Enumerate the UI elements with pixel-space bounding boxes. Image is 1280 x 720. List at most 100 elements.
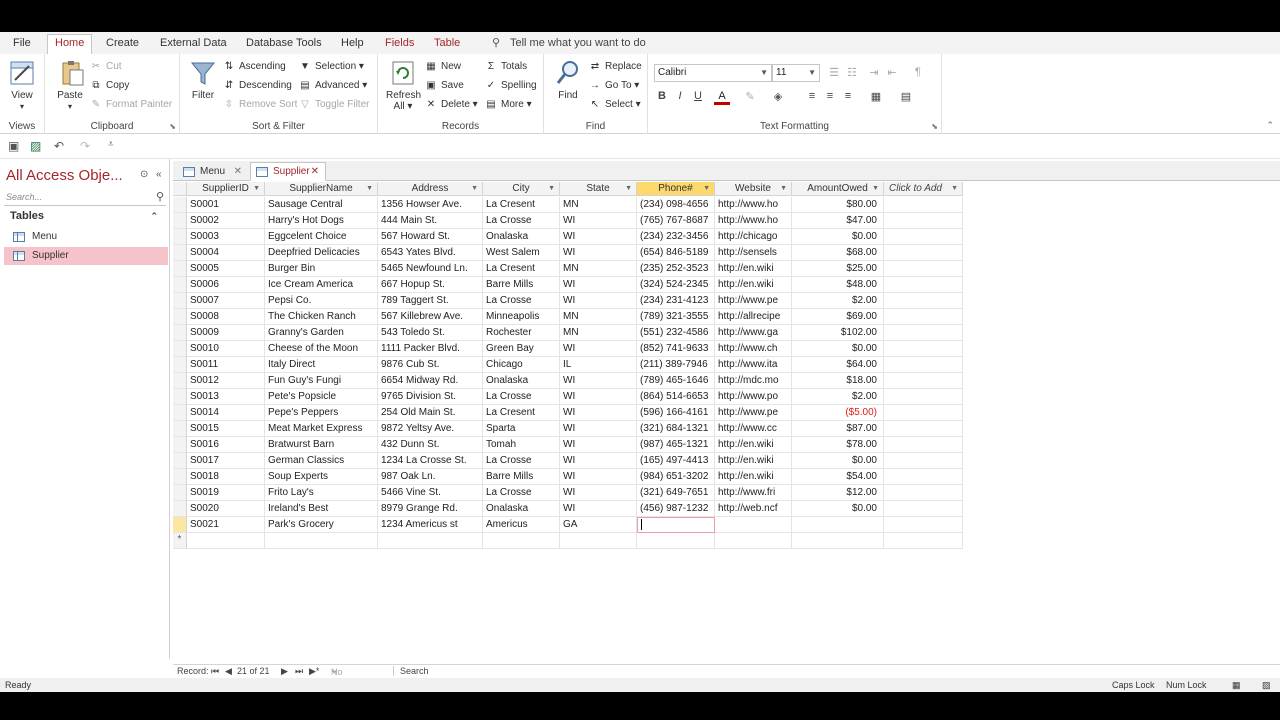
record-selector[interactable] [173,197,187,213]
table-cell[interactable]: Ice Cream America [265,277,378,293]
record-selector[interactable] [173,421,187,437]
table-cell[interactable]: Chicago [483,357,560,373]
record-selector[interactable] [173,245,187,261]
table-cell[interactable]: 8979 Grange Rd. [378,501,483,517]
more-button[interactable]: ▤ More ▾ [484,96,531,114]
table-cell[interactable]: WI [560,389,637,405]
gridlines-icon[interactable]: ▦ [868,90,884,103]
table-cell[interactable] [715,533,792,549]
table-cell[interactable]: ($5.00) [792,405,884,421]
table-cell[interactable]: Cheese of the Moon [265,341,378,357]
table-cell[interactable] [187,533,265,549]
table-cell[interactable]: 444 Main St. [378,213,483,229]
table-cell[interactable]: MN [560,261,637,277]
table-cell[interactable]: WI [560,421,637,437]
table-cell[interactable]: Pepe's Peppers [265,405,378,421]
table-cell[interactable]: WI [560,293,637,309]
table-cell[interactable]: Burger Bin [265,261,378,277]
table-cell[interactable]: 254 Old Main St. [378,405,483,421]
font-size-combo[interactable]: 11 ▼ [772,64,820,82]
table-cell[interactable]: IL [560,357,637,373]
datasheet-view-icon[interactable]: ▦ [1232,680,1241,691]
record-selector[interactable] [173,389,187,405]
table-cell[interactable]: (234) 098-4656 [637,197,715,213]
table-cell[interactable]: (654) 846-5189 [637,245,715,261]
select-all-corner[interactable] [173,182,187,196]
select-button[interactable]: ↖ Select ▾ [588,96,641,114]
table-cell[interactable]: The Chicken Ranch [265,309,378,325]
table-cell[interactable]: http://www.ita [715,357,792,373]
table-cell[interactable]: http://web.ncf [715,501,792,517]
table-cell[interactable]: (321) 684-1321 [637,421,715,437]
table-cell[interactable]: $68.00 [792,245,884,261]
table-cell[interactable] [637,517,715,533]
undo-icon[interactable]: ↶ [54,139,64,153]
table-cell[interactable]: WI [560,453,637,469]
table-cell[interactable]: S0001 [187,197,265,213]
dropdown-arrow-icon[interactable]: ▼ [548,182,555,195]
tab-create[interactable]: Create [102,36,143,54]
table-cell[interactable]: MN [560,325,637,341]
table-cell[interactable]: 6543 Yates Blvd. [378,245,483,261]
record-selector[interactable] [173,453,187,469]
table-cell[interactable]: http://www.ga [715,325,792,341]
table-cell[interactable]: http://www.po [715,389,792,405]
table-cell[interactable]: La Cresent [483,261,560,277]
table-cell[interactable]: $25.00 [792,261,884,277]
table-cell[interactable]: http://www.cc [715,421,792,437]
table-cell[interactable]: http://allrecipe [715,309,792,325]
table-cell[interactable] [884,341,963,357]
table-cell[interactable] [884,277,963,293]
table-cell[interactable] [884,197,963,213]
column-header[interactable]: Click to Add ▼ [884,182,963,196]
table-cell[interactable]: Deepfried Delicacies [265,245,378,261]
table-cell[interactable]: $69.00 [792,309,884,325]
table-cell[interactable]: West Salem [483,245,560,261]
remove-sort-button[interactable]: ⇳ Remove Sort [222,96,298,114]
record-position-field[interactable]: 21 of 21 [237,666,270,676]
table-cell[interactable]: http://www.ho [715,213,792,229]
table-cell[interactable]: $54.00 [792,469,884,485]
table-cell[interactable]: (789) 465-1646 [637,373,715,389]
text-formatting-launcher-icon[interactable]: ⬊ [931,122,938,131]
table-cell[interactable]: S0004 [187,245,265,261]
save-icon[interactable]: ▣ [8,139,19,153]
align-right-icon[interactable]: ≡ [840,90,856,102]
new-record-selector[interactable]: * [173,533,187,549]
tab-fields[interactable]: Fields [381,36,418,54]
table-cell[interactable]: Barre Mills [483,277,560,293]
table-cell[interactable] [560,533,637,549]
table-cell[interactable] [884,245,963,261]
table-cell[interactable]: (852) 741-9633 [637,341,715,357]
highlight-icon[interactable]: ✎ [742,90,758,103]
previous-record-icon[interactable]: ◀ [225,666,232,677]
table-cell[interactable]: 567 Killebrew Ave. [378,309,483,325]
nav-search-input[interactable]: Search... ⚲ [4,190,166,206]
dropdown-arrow-icon[interactable]: ▼ [703,182,710,195]
table-cell[interactable] [884,229,963,245]
table-cell[interactable]: 543 Toledo St. [378,325,483,341]
tell-me-box[interactable]: ⚲ Tell me what you want to do [492,36,646,49]
table-cell[interactable]: WI [560,501,637,517]
table-cell[interactable]: 789 Taggert St. [378,293,483,309]
table-cell[interactable]: 9876 Cub St. [378,357,483,373]
table-cell[interactable]: Pete's Popsicle [265,389,378,405]
column-header[interactable]: SupplierID ▼ [187,182,265,196]
table-cell[interactable]: http://mdc.mo [715,373,792,389]
doc-tab-menu[interactable]: Menu ✕ [177,162,249,181]
table-cell[interactable] [265,533,378,549]
dropdown-arrow-icon[interactable]: ▼ [471,182,478,195]
record-selector[interactable] [173,293,187,309]
table-cell[interactable] [483,533,560,549]
table-cell[interactable]: $18.00 [792,373,884,389]
filter-button[interactable]: Filter [188,58,218,101]
column-header[interactable]: State ▼ [560,182,637,196]
table-cell[interactable]: (765) 767-8687 [637,213,715,229]
table-cell[interactable]: $0.00 [792,453,884,469]
table-cell[interactable]: (324) 524-2345 [637,277,715,293]
table-cell[interactable]: (864) 514-6653 [637,389,715,405]
table-cell[interactable]: $2.00 [792,389,884,405]
column-header[interactable]: AmountOwed ▼ [792,182,884,196]
table-cell[interactable]: (234) 231-4123 [637,293,715,309]
paragraph-direction-icon[interactable]: ¶ [910,66,926,78]
